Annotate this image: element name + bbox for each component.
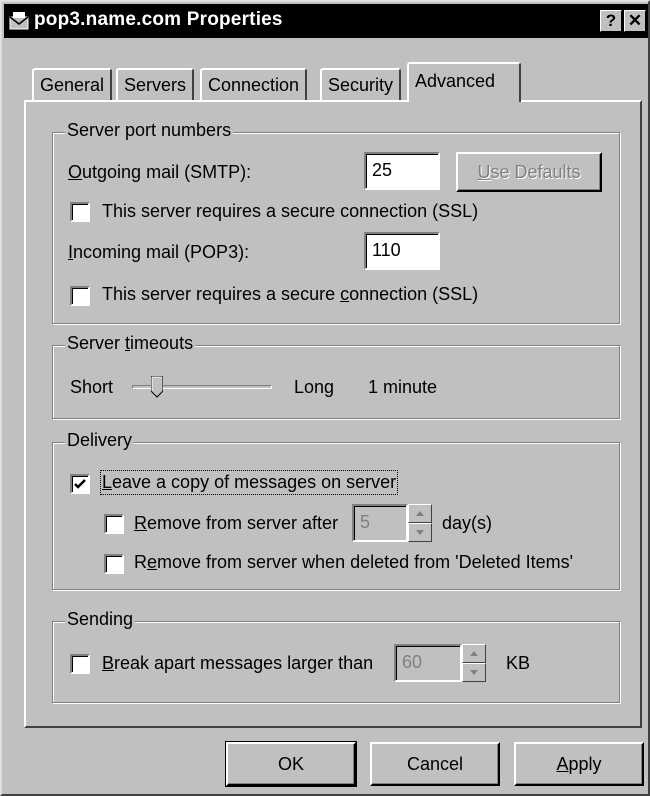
outgoing-port-input[interactable]: 25	[364, 152, 440, 190]
tab-label: Connection	[208, 75, 300, 95]
remove-after-days-value: 5	[360, 512, 371, 532]
checkmark-icon	[74, 479, 86, 489]
kb-label: KB	[506, 653, 531, 673]
timeout-slider-thumb[interactable]	[150, 375, 164, 398]
outgoing-ssl-checkbox[interactable]	[70, 202, 90, 222]
window-title: pop3.name.com Properties	[34, 9, 283, 30]
break-apart-spinner[interactable]	[462, 644, 486, 682]
cancel-label: Cancel	[406, 754, 464, 774]
tab-advanced[interactable]: Advanced	[407, 62, 521, 102]
timeout-short-label: Short	[70, 377, 114, 397]
mail-envelope-icon	[8, 10, 30, 32]
incoming-port-value: 110	[372, 240, 401, 260]
tab-label: General	[40, 75, 105, 95]
tab-general[interactable]: General	[32, 68, 113, 102]
help-button[interactable]: ?	[600, 10, 622, 32]
remove-deleted-label: Remove from server when deleted from 'De…	[134, 552, 574, 572]
close-button[interactable]: ✕	[624, 10, 646, 32]
break-apart-size-input[interactable]: 60	[394, 644, 462, 682]
remove-deleted-checkbox[interactable]	[104, 554, 124, 574]
apply-label: Apply	[556, 754, 602, 774]
use-defaults-label: Use Defaults	[477, 162, 581, 182]
group-legend: Server timeouts	[65, 333, 196, 354]
tab-connection[interactable]: Connection	[200, 68, 308, 102]
timeout-value-label: 1 minute	[368, 377, 438, 397]
title-bar: pop3.name.com Properties ? ✕	[4, 4, 648, 38]
spin-down-arrow-icon[interactable]	[462, 663, 486, 682]
break-apart-size-value: 60	[402, 652, 423, 672]
apply-button[interactable]: Apply	[514, 742, 644, 786]
break-apart-checkbox[interactable]	[70, 654, 90, 674]
remove-after-spinner[interactable]	[408, 504, 432, 542]
tab-label: Advanced	[415, 71, 496, 91]
tab-servers[interactable]: Servers	[116, 68, 195, 102]
break-apart-label: Break apart messages larger than	[102, 653, 374, 673]
incoming-ssl-checkbox[interactable]	[70, 286, 90, 306]
timeout-long-label: Long	[294, 377, 335, 397]
leave-copy-checkbox[interactable]	[70, 474, 90, 494]
close-icon: ✕	[627, 11, 643, 30]
remove-after-label: Remove from server after	[134, 513, 339, 533]
tab-label: Security	[328, 75, 394, 95]
days-label: day(s)	[442, 513, 493, 533]
tab-security[interactable]: Security	[320, 68, 402, 102]
incoming-port-input[interactable]: 110	[364, 232, 440, 270]
help-icon: ?	[605, 11, 617, 30]
outgoing-port-value: 25	[372, 160, 393, 180]
outgoing-mail-label: Outgoing mail (SMTP):	[68, 162, 252, 182]
leave-copy-label: Leave a copy of messages on server	[99, 470, 399, 495]
ok-label: OK	[277, 754, 304, 774]
server-timeouts-group: Server timeouts	[52, 333, 620, 419]
use-defaults-button[interactable]: Use Defaults	[456, 152, 602, 192]
group-legend: Delivery	[65, 430, 135, 451]
tab-label: Servers	[124, 75, 187, 95]
incoming-ssl-label: This server requires a secure connection…	[102, 284, 479, 304]
spin-up-arrow-icon[interactable]	[408, 504, 432, 523]
spin-up-arrow-icon[interactable]	[462, 644, 486, 663]
remove-after-checkbox[interactable]	[104, 514, 124, 534]
group-legend: Server port numbers	[65, 120, 234, 141]
outgoing-ssl-label: This server requires a secure connection…	[102, 201, 479, 221]
cancel-button[interactable]: Cancel	[370, 742, 500, 786]
spin-down-arrow-icon[interactable]	[408, 523, 432, 542]
group-legend: Sending	[65, 609, 136, 630]
properties-dialog: pop3.name.com Properties ? ✕ General Ser…	[0, 0, 650, 796]
ok-button[interactable]: OK	[225, 741, 357, 787]
remove-after-days-input[interactable]: 5	[352, 504, 408, 542]
incoming-mail-label: Incoming mail (POP3):	[68, 242, 250, 262]
